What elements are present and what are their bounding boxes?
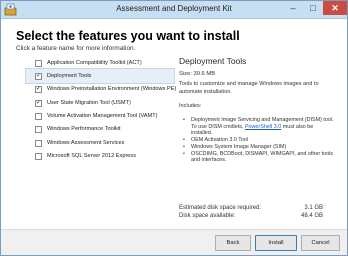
feature-checkbox[interactable] xyxy=(35,126,42,134)
list-item: • OSCDIMG, BCDBoot, DISMAPI, WIMGAPI, an… xyxy=(183,151,336,164)
feature-checkbox[interactable] xyxy=(35,139,42,147)
feature-item-assessment-services[interactable]: Windows Assessment Services xyxy=(26,136,174,149)
feature-label[interactable]: Microsoft SQL Server 2012 Express xyxy=(47,153,136,159)
feature-checkbox[interactable] xyxy=(35,153,42,161)
feature-list: Application Compatibility Toolkit (ACT) … xyxy=(25,56,176,163)
page-heading: Select the features you want to install xyxy=(16,29,240,43)
feature-item-vamt[interactable]: Volume Activation Management Tool (VAMT) xyxy=(26,110,174,123)
feature-label[interactable]: Windows Performance Toolkit xyxy=(47,126,121,132)
minimize-button[interactable]: – xyxy=(283,1,303,15)
disk-required-row: Estimated disk space required: 3.1 GB xyxy=(179,204,323,212)
bullet-icon: • xyxy=(183,150,185,157)
title-bar[interactable]: Assessment and Deployment Kit – □ ✕ xyxy=(1,1,347,19)
button-bar: Back Install Cancel xyxy=(1,229,347,255)
back-button[interactable]: Back xyxy=(215,235,251,251)
disk-available-row: Disk space available: 48.4 GB xyxy=(179,212,323,220)
feature-checkbox[interactable]: ✓ xyxy=(35,86,42,94)
bullet-icon: • xyxy=(183,117,185,123)
bullet-icon: • xyxy=(183,137,185,144)
close-button[interactable]: ✕ xyxy=(323,1,347,15)
bullet-text: OSCDIMG, BCDBoot, DISMAPI, WIMGAPI, and … xyxy=(191,150,333,164)
feature-label[interactable]: Volume Activation Management Tool (VAMT) xyxy=(47,113,157,119)
feature-label[interactable]: User State Migration Tool (USMT) xyxy=(47,100,131,106)
feature-label[interactable]: Deployment Tools xyxy=(47,73,91,79)
maximize-button[interactable]: □ xyxy=(303,1,323,15)
disk-required-value: 3.1 GB xyxy=(304,205,323,211)
cancel-button[interactable]: Cancel xyxy=(301,235,340,251)
detail-title: Deployment Tools xyxy=(179,56,247,66)
list-item: • Deployment Image Servicing and Managem… xyxy=(183,117,336,137)
feature-label[interactable]: Windows Preinstallation Environment (Win… xyxy=(47,86,176,92)
instruction-text: Click a feature name for more informatio… xyxy=(16,45,136,52)
installer-window: Assessment and Deployment Kit – □ ✕ Sele… xyxy=(0,0,348,256)
disk-available-label: Disk space available: xyxy=(179,213,236,219)
feature-item-deployment-tools[interactable]: ✓ Deployment Tools xyxy=(25,68,175,84)
list-item: • Windows System Image Manager (SIM) xyxy=(183,144,336,151)
feature-checkbox[interactable] xyxy=(35,59,42,67)
bullet-icon: • xyxy=(183,143,185,150)
feature-item-sql-server[interactable]: Microsoft SQL Server 2012 Express xyxy=(26,150,174,163)
feature-label[interactable]: Windows Assessment Services xyxy=(47,140,124,146)
list-item: • OEM Activation 3.0 Tool xyxy=(183,137,336,144)
feature-item-usmt[interactable]: ✓ User State Migration Tool (USMT) xyxy=(26,96,174,109)
feature-checkbox[interactable] xyxy=(35,113,42,121)
feature-checkbox[interactable]: ✓ xyxy=(35,99,42,107)
disk-required-label: Estimated disk space required: xyxy=(179,205,262,211)
detail-description: Tools to customize and manage Windows im… xyxy=(179,81,319,95)
powershell-link[interactable]: PowerShell 3.0 xyxy=(245,124,281,130)
disk-space-info: Estimated disk space required: 3.1 GB Di… xyxy=(179,204,323,220)
includes-label: Includes: xyxy=(179,103,202,109)
detail-size: Size: 39.6 MB xyxy=(179,71,216,77)
feature-item-act[interactable]: Application Compatibility Toolkit (ACT) xyxy=(26,56,174,69)
feature-item-performance-toolkit[interactable]: Windows Performance Toolkit xyxy=(26,123,174,136)
bullet-text: OEM Activation 3.0 Tool xyxy=(191,137,249,144)
feature-label[interactable]: Application Compatibility Toolkit (ACT) xyxy=(47,60,142,66)
bullet-text: Windows System Image Manager (SIM) xyxy=(191,143,287,150)
feature-item-windows-pe[interactable]: ✓ Windows Preinstallation Environment (W… xyxy=(26,83,176,96)
includes-list: • Deployment Image Servicing and Managem… xyxy=(183,117,336,164)
install-button[interactable]: Install xyxy=(255,235,297,251)
disk-available-value: 48.4 GB xyxy=(300,213,323,219)
feature-checkbox[interactable]: ✓ xyxy=(35,72,42,80)
